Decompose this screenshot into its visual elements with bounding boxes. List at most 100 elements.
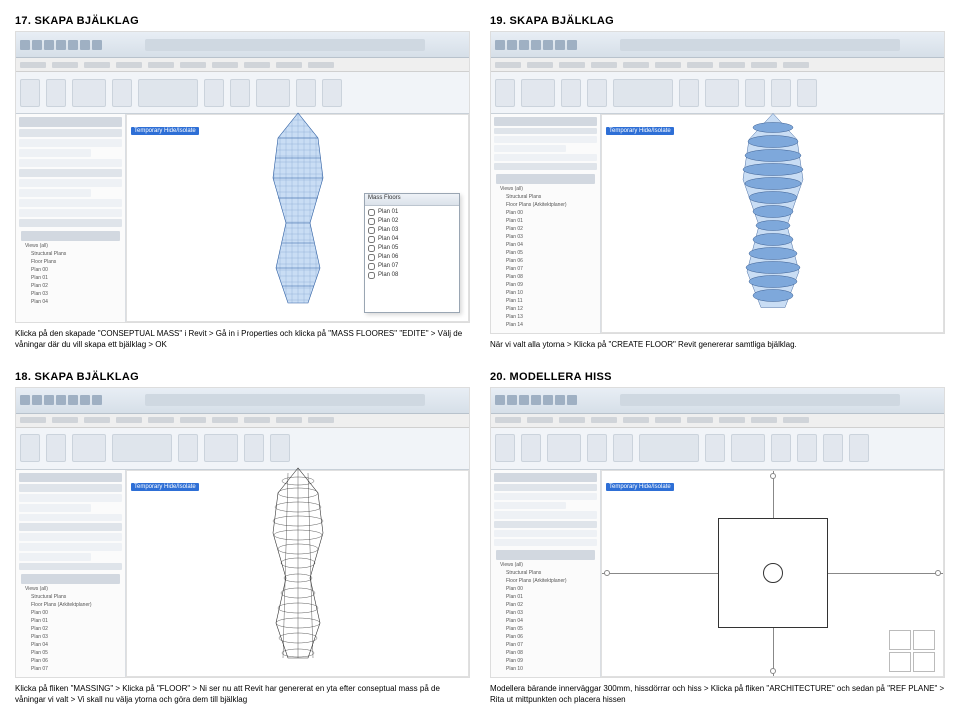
detail-thumb[interactable]	[913, 652, 935, 672]
plan-checkbox[interactable]: Plan 06	[368, 254, 456, 261]
grid-bubble[interactable]	[935, 570, 941, 576]
hide-isolate-badge: Temporary Hide/Isolate	[606, 119, 674, 137]
quick-access	[495, 40, 577, 50]
ribbon-tabs	[491, 414, 944, 428]
screenshot-20: Views (all) Structural Plans Floor Plans…	[490, 387, 945, 679]
properties-panel: Views (all)Structural PlansFloor PlansPl…	[16, 114, 126, 322]
quick-access	[20, 40, 102, 50]
tool-group[interactable]	[138, 79, 198, 107]
project-browser[interactable]: Views (all)Structural PlansFloor PlansPl…	[19, 229, 122, 307]
tool-button[interactable]	[587, 79, 607, 107]
tool-button[interactable]	[322, 79, 342, 107]
screenshot-17: Views (all)Structural PlansFloor PlansPl…	[15, 31, 470, 323]
tool-button[interactable]	[270, 434, 290, 462]
app-titlebar	[491, 32, 944, 58]
screenshot-18: Views (all) Structural Plans Floor Plans…	[15, 387, 470, 679]
tool-button[interactable]	[797, 434, 817, 462]
grid-bubble[interactable]	[770, 473, 776, 479]
tool-button[interactable]	[521, 79, 555, 107]
tool-group[interactable]	[112, 434, 172, 462]
mass-model-floors[interactable]	[703, 108, 843, 318]
tool-button[interactable]	[521, 434, 541, 462]
detail-thumb[interactable]	[889, 630, 911, 650]
tool-button[interactable]	[112, 79, 132, 107]
caption-19: När vi valt alla ytorna > Klicka på "CRE…	[490, 340, 945, 351]
hide-isolate-badge: Temporary Hide/Isolate	[131, 119, 199, 137]
heading-19: 19. SKAPA BJÄLKLAG	[490, 15, 945, 27]
tool-button[interactable]	[72, 434, 106, 462]
tool-button[interactable]	[244, 434, 264, 462]
window-title	[620, 39, 900, 51]
tool-button[interactable]	[731, 434, 765, 462]
quick-access	[495, 395, 577, 405]
app-titlebar	[491, 388, 944, 414]
tool-button[interactable]	[823, 434, 843, 462]
tool-button[interactable]	[587, 434, 607, 462]
tool-button[interactable]	[705, 434, 725, 462]
tool-button[interactable]	[849, 434, 869, 462]
viewport-3d[interactable]: Temporary Hide/Isolate	[601, 114, 944, 333]
grid-bubble[interactable]	[770, 668, 776, 674]
project-browser[interactable]: Views (all) Structural Plans Floor Plans…	[19, 572, 122, 674]
tool-button[interactable]	[20, 434, 40, 462]
tool-button[interactable]	[256, 79, 290, 107]
window-title	[145, 394, 425, 406]
tool-button[interactable]	[745, 79, 765, 107]
tool-group[interactable]	[613, 79, 673, 107]
tool-button[interactable]	[771, 434, 791, 462]
detail-thumb[interactable]	[889, 652, 911, 672]
window-title	[620, 394, 900, 406]
tool-button[interactable]	[296, 79, 316, 107]
app-titlebar	[16, 388, 469, 414]
plan-checkbox[interactable]: Plan 03	[368, 227, 456, 234]
plan-checkbox[interactable]: Plan 07	[368, 263, 456, 270]
mass-floors-dialog[interactable]: Mass Floors Plan 01 Plan 02 Plan 03 Plan…	[364, 193, 460, 313]
caption-18: Klicka på fliken "MASSING" > Klicka på "…	[15, 684, 470, 706]
hide-isolate-badge: Temporary Hide/Isolate	[131, 475, 199, 493]
tool-group[interactable]	[639, 434, 699, 462]
hide-isolate-badge: Temporary Hide/Isolate	[606, 475, 674, 493]
project-browser[interactable]: Views (all) Structural Plans Floor Plans…	[494, 172, 597, 330]
tool-button[interactable]	[613, 434, 633, 462]
plan-checkbox[interactable]: Plan 02	[368, 218, 456, 225]
heading-20: 20. MODELLERA HISS	[490, 371, 945, 383]
plan-checkbox[interactable]: Plan 04	[368, 236, 456, 243]
tool-button[interactable]	[495, 79, 515, 107]
tool-button[interactable]	[20, 79, 40, 107]
mass-wireframe[interactable]	[238, 463, 358, 663]
screenshot-19: Views (all) Structural Plans Floor Plans…	[490, 31, 945, 334]
plan-checkbox[interactable]: Plan 01	[368, 209, 456, 216]
project-browser[interactable]: Views (all) Structural Plans Floor Plans…	[494, 548, 597, 674]
tool-button[interactable]	[46, 434, 66, 462]
tool-button[interactable]	[72, 79, 106, 107]
tool-button[interactable]	[495, 434, 515, 462]
tool-button[interactable]	[204, 79, 224, 107]
elevator-plan[interactable]	[763, 563, 783, 583]
tool-button[interactable]	[46, 79, 66, 107]
tool-button[interactable]	[771, 79, 791, 107]
viewport-plan[interactable]: Temporary Hide/Isolate	[601, 470, 944, 678]
tool-button[interactable]	[204, 434, 238, 462]
ribbon-tools	[491, 428, 944, 470]
grid-bubble[interactable]	[604, 570, 610, 576]
detail-thumb[interactable]	[913, 630, 935, 650]
floor-outline[interactable]	[718, 518, 828, 628]
heading-18: 18. SKAPA BJÄLKLAG	[15, 371, 470, 383]
mass-model[interactable]	[238, 108, 358, 308]
tool-button[interactable]	[230, 79, 250, 107]
tool-button[interactable]	[679, 79, 699, 107]
plan-checkbox[interactable]: Plan 05	[368, 245, 456, 252]
step-19: 19. SKAPA BJÄLKLAG Views (all) Structura…	[490, 15, 945, 351]
viewport-3d[interactable]: Temporary Hide/Isolate	[126, 470, 469, 678]
app-titlebar	[16, 32, 469, 58]
viewport-3d[interactable]: Temporary Hide/Isolate Mass Floors Plan …	[126, 114, 469, 322]
window-title	[145, 39, 425, 51]
dialog-title: Mass Floors	[365, 194, 459, 206]
caption-17: Klicka på den skapade "CONSEPTUAL MASS" …	[15, 329, 470, 351]
tool-button[interactable]	[705, 79, 739, 107]
tool-button[interactable]	[797, 79, 817, 107]
tool-button[interactable]	[178, 434, 198, 462]
tool-button[interactable]	[547, 434, 581, 462]
plan-checkbox[interactable]: Plan 08	[368, 272, 456, 279]
tool-button[interactable]	[561, 79, 581, 107]
